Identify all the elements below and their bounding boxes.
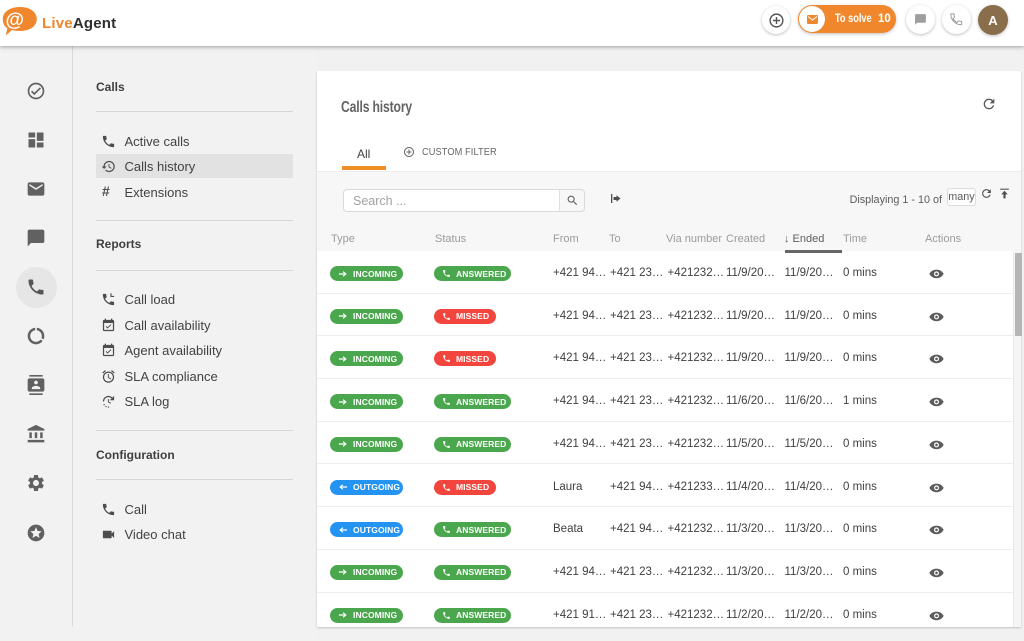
svg-text:@: @ [6,10,25,31]
